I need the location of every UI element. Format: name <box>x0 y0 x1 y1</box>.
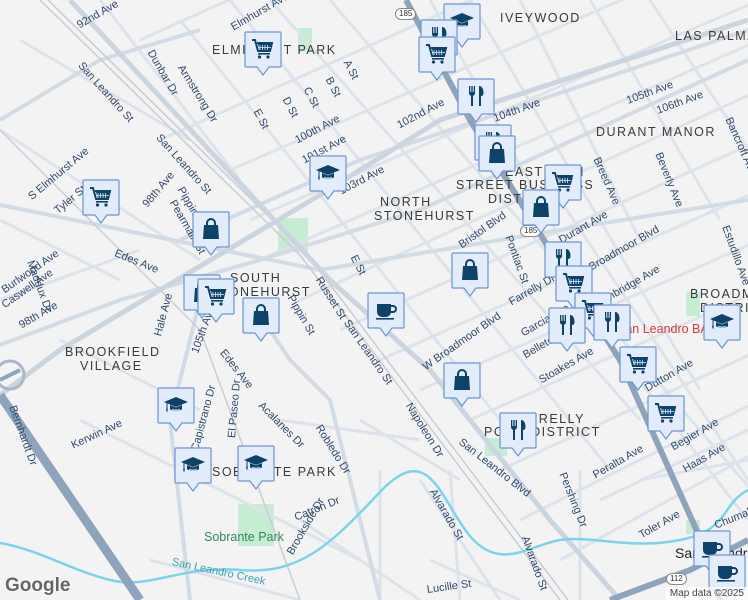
district-label: NORTH <box>380 195 432 209</box>
restaurant-marker[interactable] <box>457 78 495 124</box>
shopping-marker[interactable] <box>522 189 560 235</box>
school-marker[interactable] <box>174 447 212 493</box>
shopping-marker[interactable] <box>451 252 489 298</box>
grocery-marker[interactable] <box>82 179 120 225</box>
shopping-marker[interactable] <box>443 362 481 408</box>
district-label: STONEHURST <box>374 209 475 223</box>
restaurant-marker[interactable] <box>499 412 537 458</box>
shopping-marker[interactable] <box>478 135 516 181</box>
grocery-marker[interactable] <box>244 31 282 77</box>
restaurant-marker[interactable] <box>593 304 631 350</box>
school-marker[interactable] <box>309 155 347 201</box>
district-label: BROOKFIELD <box>65 345 161 359</box>
google-logo[interactable]: Google <box>5 575 70 597</box>
map-attribution[interactable]: Map data ©2025 <box>665 587 748 600</box>
grocery-marker[interactable] <box>619 346 657 392</box>
district-label: LAS PALMAS <box>675 29 748 43</box>
grocery-marker[interactable] <box>197 278 235 324</box>
coffee-marker[interactable] <box>367 292 405 338</box>
park-label: Sobrante Park <box>204 530 284 544</box>
school-marker[interactable] <box>157 387 195 433</box>
district-label: BROADMOOR <box>690 287 748 301</box>
school-marker[interactable] <box>703 304 741 350</box>
school-marker[interactable] <box>237 445 275 491</box>
grocery-marker[interactable] <box>647 395 685 441</box>
shopping-marker[interactable] <box>242 297 280 343</box>
district-label: VILLAGE <box>80 359 143 373</box>
grocery-marker[interactable] <box>418 36 456 82</box>
district-label: SOUTH <box>230 271 282 285</box>
restaurant-marker[interactable] <box>548 307 586 353</box>
district-label: DURANT MANOR <box>596 125 716 139</box>
highway-shield: 112 <box>666 573 687 585</box>
district-label: IVEYWOOD <box>500 11 581 25</box>
shopping-marker[interactable] <box>192 211 230 257</box>
map-canvas[interactable]: ELMHURST PARK IVEYWOOD LAS PALMAS DURANT… <box>0 0 748 600</box>
highway-shield: 185 <box>395 8 417 20</box>
